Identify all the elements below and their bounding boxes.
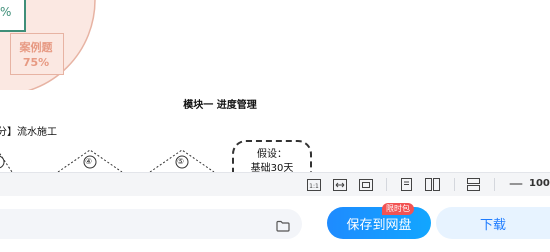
save-path-field[interactable] bbox=[0, 209, 302, 239]
section-subheading: 分】流水施工 bbox=[0, 127, 57, 138]
pie-segment-percent: % bbox=[0, 5, 12, 19]
zoom-level[interactable]: 100 bbox=[529, 178, 550, 189]
pie-label-percent: 75% bbox=[22, 56, 50, 69]
folder-button[interactable] bbox=[276, 217, 290, 236]
scroll-view-button[interactable] bbox=[467, 177, 480, 192]
toolbar-divider bbox=[494, 178, 495, 191]
two-page-button[interactable] bbox=[425, 177, 440, 192]
action-bar: 保存到网盘 限时包 下载 bbox=[0, 196, 550, 252]
single-page-icon bbox=[400, 178, 412, 191]
fit-page-button[interactable] bbox=[359, 177, 373, 192]
node-label: ⑤ bbox=[177, 157, 185, 166]
actual-size-button[interactable]: 1:1 bbox=[307, 177, 321, 192]
folder-icon bbox=[276, 220, 290, 232]
node-circle bbox=[0, 155, 5, 169]
single-page-button[interactable] bbox=[400, 177, 412, 192]
fit-width-icon bbox=[333, 178, 347, 191]
section-heading: 模块一 进度管理 bbox=[183, 100, 257, 111]
toolbar-divider bbox=[454, 178, 455, 191]
fit-width-button[interactable] bbox=[333, 177, 347, 192]
assumption-title: 假设： bbox=[257, 149, 287, 160]
svg-text:1:1: 1:1 bbox=[309, 183, 319, 190]
scroll-view-icon bbox=[467, 178, 480, 191]
fit-page-icon bbox=[359, 178, 373, 191]
promo-badge: 限时包 bbox=[382, 203, 414, 215]
zoom-out-button[interactable]: — bbox=[509, 175, 523, 193]
actual-size-icon: 1:1 bbox=[307, 178, 321, 191]
document-view: % 案例题 75% 模块一 进度管理 分】流水施工 ④ ⑤ 假设： 基础30天 bbox=[0, 0, 550, 172]
assumption-text: 基础30天 bbox=[250, 163, 294, 172]
save-to-cloud-button[interactable]: 保存到网盘 bbox=[327, 207, 431, 239]
toolbar-divider bbox=[386, 178, 387, 191]
viewer-toolbar: 1:1 — 100 bbox=[0, 172, 550, 196]
pie-label-name: 案例题 bbox=[19, 41, 53, 54]
network-diagram bbox=[0, 149, 215, 172]
node-label: ④ bbox=[85, 157, 93, 166]
download-button[interactable]: 下载 bbox=[436, 207, 550, 239]
two-page-icon bbox=[425, 178, 440, 191]
